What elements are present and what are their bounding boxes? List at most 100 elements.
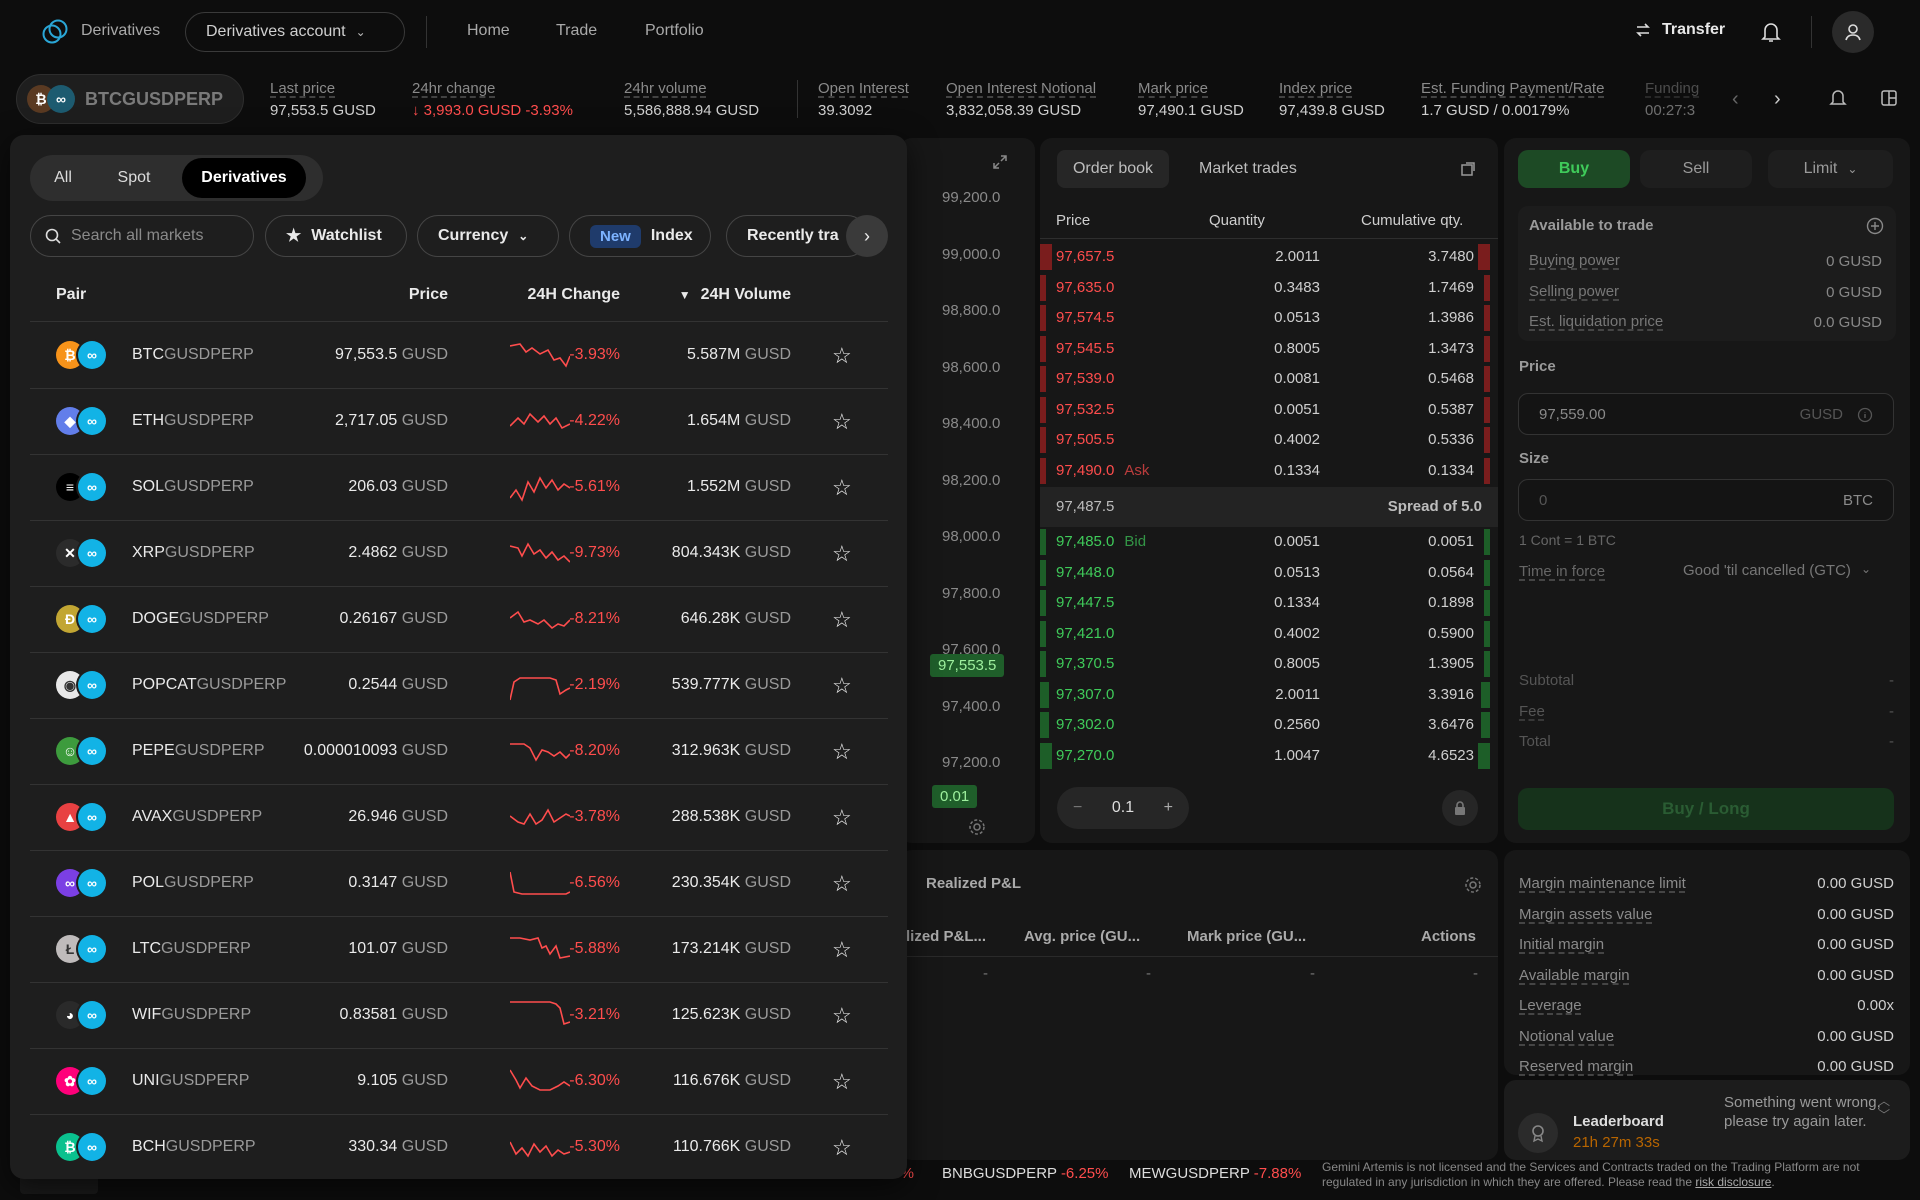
tab-order-book[interactable]: Order book <box>1057 150 1169 188</box>
col-24h-change[interactable]: 24H Change <box>528 286 620 304</box>
watchlist-star-icon[interactable]: ☆ <box>832 1135 852 1161</box>
col-24h-volume[interactable]: ▼ 24H Volume <box>679 286 791 304</box>
market-row[interactable]: ✕ ∞ XRPGUSDPERP 2.4862 GUSD -9.73% 804.343K G… <box>30 521 888 587</box>
positions-column[interactable]: Actions <box>1421 928 1476 945</box>
nav-link-trade[interactable]: Trade <box>556 22 597 40</box>
size-input[interactable]: 0 BTC <box>1518 479 1894 521</box>
ticker-stat-label[interactable]: 24hr change <box>412 78 573 100</box>
ask-row[interactable]: 97,539.0 0.0081 0.5468 <box>1040 364 1490 394</box>
plus-icon[interactable]: + <box>1164 799 1173 817</box>
settings-gear-icon[interactable] <box>1464 876 1482 894</box>
ticker-stat-label[interactable]: Mark price <box>1138 78 1244 100</box>
settings-gear-icon[interactable] <box>968 818 986 836</box>
chevron-right-icon[interactable]: › <box>1774 88 1781 111</box>
market-row[interactable]: ✿ ∞ UNIGUSDPERP 9.105 GUSD -6.30% 116.676K GU… <box>30 1049 888 1115</box>
bottom-ticker-item[interactable]: MEWGUSDPERP -7.88% <box>1129 1165 1301 1182</box>
ticker-stat-label[interactable]: Est. Funding Payment/Rate <box>1421 78 1604 100</box>
available-label[interactable]: Selling power <box>1529 283 1619 300</box>
filter-currency[interactable]: Currency ⌄ <box>417 215 559 257</box>
positions-column[interactable]: Mark price (GU... <box>1187 928 1306 945</box>
watchlist-star-icon[interactable]: ☆ <box>832 607 852 633</box>
ticker-stat-label[interactable]: Last price <box>270 78 376 100</box>
account-selector[interactable]: Derivatives account ⌄ <box>185 12 405 52</box>
available-label[interactable]: Buying power <box>1529 252 1620 269</box>
price-alert-bell-icon[interactable] <box>1829 88 1847 108</box>
bid-row[interactable]: 97,307.0 2.0011 3.3916 <box>1040 680 1490 710</box>
ask-row[interactable]: 97,490.0 Ask 0.1334 0.1334 <box>1040 456 1490 486</box>
watchlist-star-icon[interactable]: ☆ <box>832 541 852 567</box>
ask-row[interactable]: 97,574.5 0.0513 1.3986 <box>1040 303 1490 333</box>
expand-icon[interactable] <box>992 154 1008 170</box>
watchlist-star-icon[interactable]: ☆ <box>832 343 852 369</box>
bid-row[interactable]: 97,270.0 1.0047 4.6523 <box>1040 741 1490 771</box>
sell-tab[interactable]: Sell <box>1640 150 1752 188</box>
bid-row[interactable]: 97,448.0 0.0513 0.0564 <box>1040 558 1490 588</box>
market-row[interactable]: Ð ∞ DOGEGUSDPERP 0.26167 GUSD -8.21% 646.28K … <box>30 587 888 653</box>
margin-label[interactable]: Reserved margin <box>1519 1058 1633 1075</box>
watchlist-star-icon[interactable]: ☆ <box>832 1003 852 1029</box>
watchlist-star-icon[interactable]: ☆ <box>832 739 852 765</box>
buy-long-button[interactable]: Buy / Long <box>1518 788 1894 830</box>
bid-row[interactable]: 97,370.5 0.8005 1.3905 <box>1040 649 1490 679</box>
ticker-stat-label[interactable]: Index price <box>1279 78 1385 100</box>
buy-tab[interactable]: Buy <box>1518 150 1630 188</box>
watchlist-star-icon[interactable]: ☆ <box>832 805 852 831</box>
market-row[interactable]: ₿ ∞ BCHGUSDPERP 330.34 GUSD -5.30% 110.766K G… <box>30 1115 888 1179</box>
market-row[interactable]: ◆ ∞ ETHGUSDPERP 2,717.05 GUSD -4.22% 1.654M G… <box>30 389 888 455</box>
bid-row[interactable]: 97,485.0 Bid 0.0051 0.0051 <box>1040 527 1490 557</box>
tab-spot[interactable]: Spot <box>93 158 175 198</box>
chevron-left-icon[interactable]: ‹ <box>1732 88 1739 111</box>
positions-column[interactable]: Avg. price (GU... <box>1024 928 1140 945</box>
watchlist-star-icon[interactable]: ☆ <box>832 475 852 501</box>
ask-row[interactable]: 97,635.0 0.3483 1.7469 <box>1040 273 1490 303</box>
col-pair[interactable]: Pair <box>56 286 86 304</box>
ask-row[interactable]: 97,505.5 0.4002 0.5336 <box>1040 425 1490 455</box>
market-row[interactable]: ≡ ∞ SOLGUSDPERP 206.03 GUSD -5.61% 1.552M GUS… <box>30 455 888 521</box>
margin-label[interactable]: Leverage <box>1519 997 1582 1014</box>
layout-icon[interactable] <box>1880 89 1898 107</box>
market-row[interactable]: ₿ ∞ BTCGUSDPERP 97,553.5 GUSD -3.93% 5.587M G… <box>30 323 888 389</box>
market-row[interactable]: ∞ ∞ POLGUSDPERP 0.3147 GUSD -6.56% 230.354K G… <box>30 851 888 917</box>
ask-row[interactable]: 97,532.5 0.0051 0.5387 <box>1040 395 1490 425</box>
tif-select[interactable]: Good 'til cancelled (GTC) ⌄ <box>1683 562 1871 579</box>
watchlist-star-icon[interactable]: ☆ <box>832 673 852 699</box>
market-row[interactable]: Ł ∞ LTCGUSDPERP 101.07 GUSD -5.88% 173.214K G… <box>30 917 888 983</box>
ask-row[interactable]: 97,545.5 0.8005 1.3473 <box>1040 334 1490 364</box>
market-row[interactable]: ◉ ∞ POPCATGUSDPERP 0.2544 GUSD -2.19% 539.777… <box>30 653 888 719</box>
watchlist-star-icon[interactable]: ☆ <box>832 409 852 435</box>
symbol-selector[interactable]: ₿ ∞ BTCGUSDPERP <box>16 74 244 124</box>
collapse-icon[interactable]: ︿ ﹀ <box>1878 1094 1890 1122</box>
positions-column[interactable]: lized P&L... <box>906 928 986 945</box>
tab-derivatives[interactable]: Derivatives <box>182 158 306 198</box>
margin-label[interactable]: Margin assets value <box>1519 906 1652 923</box>
price-input[interactable]: 97,559.00 GUSD <box>1518 393 1894 435</box>
add-circle-icon[interactable] <box>1866 217 1884 235</box>
lock-button[interactable] <box>1442 790 1478 826</box>
ticker-stat-label[interactable]: Open Interest <box>818 78 909 100</box>
available-label[interactable]: Est. liquidation price <box>1529 313 1663 330</box>
watchlist-star-icon[interactable]: ☆ <box>832 871 852 897</box>
filter-watchlist[interactable]: ★ Watchlist <box>265 215 407 257</box>
transfer-button[interactable]: Transfer <box>1634 21 1725 39</box>
grouping-stepper[interactable]: − 0.1 + <box>1057 787 1189 829</box>
tab-market-trades[interactable]: Market trades <box>1199 160 1297 178</box>
market-row[interactable]: ☺ ∞ PEPEGUSDPERP 0.000010093 GUSD -8.20% 312.… <box>30 719 888 785</box>
ticker-stat-label[interactable]: 24hr volume <box>624 78 759 100</box>
risk-disclosure-link[interactable]: risk disclosure <box>1695 1175 1771 1189</box>
market-row[interactable]: ▲ ∞ AVAXGUSDPERP 26.946 GUSD -3.78% 288.538K … <box>30 785 888 851</box>
ask-row[interactable]: 97,657.5 2.0011 3.7480 <box>1040 242 1490 272</box>
ticker-stat-label[interactable]: Funding <box>1645 78 1705 100</box>
order-type-select[interactable]: Limit ⌄ <box>1768 150 1893 188</box>
notification-bell-icon[interactable] <box>1760 20 1782 44</box>
market-search-input[interactable]: Search all markets <box>30 215 254 257</box>
margin-label[interactable]: Notional value <box>1519 1028 1614 1045</box>
nav-link-home[interactable]: Home <box>467 22 510 40</box>
nav-link-portfolio[interactable]: Portfolio <box>645 22 704 40</box>
tab-realized-pnl[interactable]: Realized P&L <box>926 875 1021 892</box>
margin-label[interactable]: Margin maintenance limit <box>1519 875 1686 892</box>
user-avatar[interactable] <box>1832 11 1874 53</box>
bid-row[interactable]: 97,447.5 0.1334 0.1898 <box>1040 588 1490 618</box>
market-row[interactable]: ◕ ∞ WIFGUSDPERP 0.83581 GUSD -3.21% 125.623K … <box>30 983 888 1049</box>
bid-row[interactable]: 97,421.0 0.4002 0.5900 <box>1040 619 1490 649</box>
info-icon[interactable] <box>1857 407 1873 423</box>
